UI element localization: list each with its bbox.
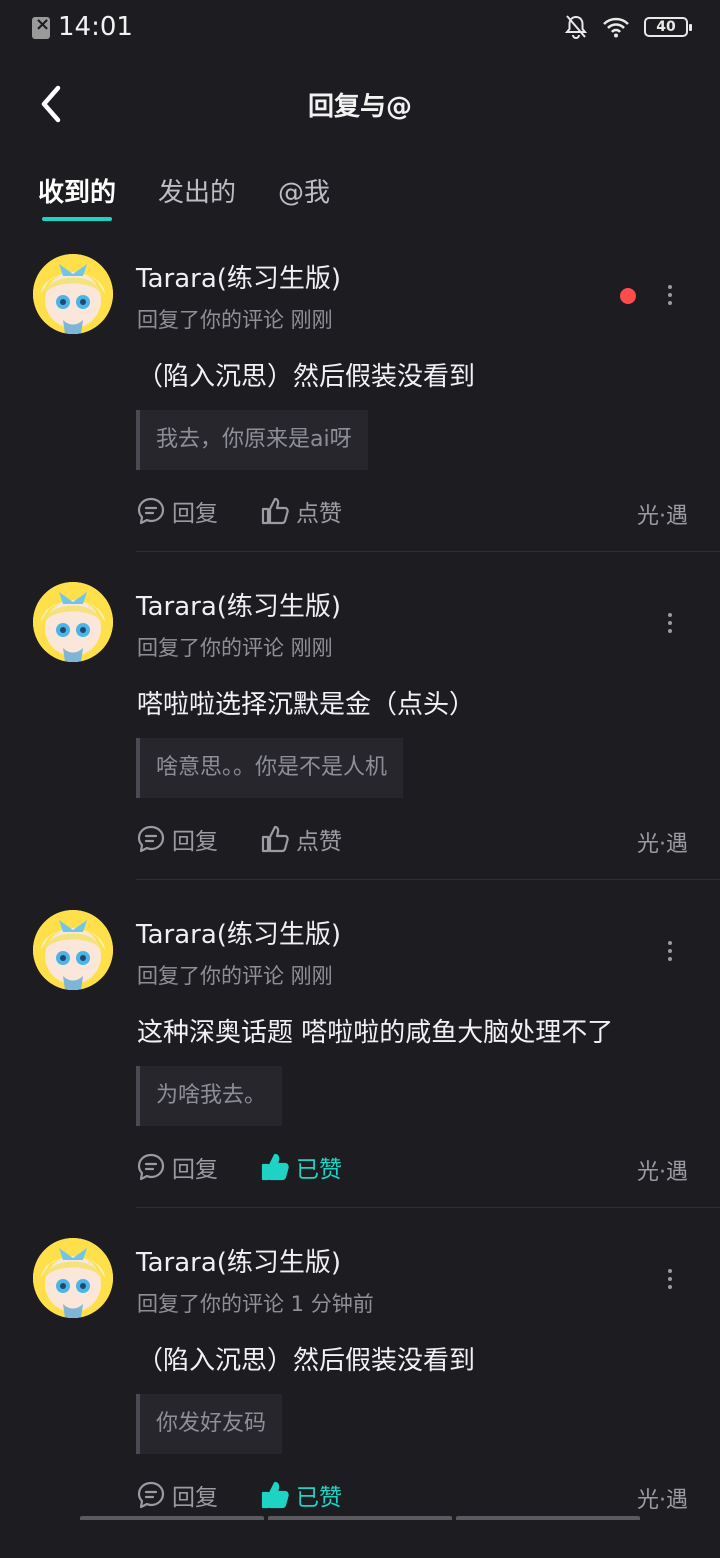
bell-off-icon xyxy=(564,15,588,39)
notification-item[interactable]: Tarara(练习生版) 回复了你的评论 刚刚 这种深奥话题 嗒啦啦的咸鱼大脑处… xyxy=(0,902,720,1230)
like-button[interactable]: 点赞 xyxy=(260,822,342,856)
like-label: 已赞 xyxy=(296,1157,342,1183)
comment-icon xyxy=(137,497,165,525)
tab-sent[interactable]: 发出的 xyxy=(158,172,236,223)
thumbs-up-icon xyxy=(261,825,289,853)
thumbs-up-icon xyxy=(261,1153,289,1181)
reply-text[interactable]: 这种深奥话题 嗒啦啦的咸鱼大脑处理不了 xyxy=(137,1012,613,1049)
like-button[interactable]: 已赞 xyxy=(260,1478,342,1512)
action-row: 回复 已赞 光·遇 xyxy=(136,1150,688,1190)
source-app[interactable]: 光·遇 xyxy=(637,1482,688,1514)
more-vertical-icon[interactable] xyxy=(660,610,680,638)
username[interactable]: Tarara(练习生版) xyxy=(136,586,341,623)
comment-icon xyxy=(137,825,165,853)
reply-meta: 回复了你的评论 1 分钟前 xyxy=(137,1292,374,1316)
notification-item[interactable]: Tarara(练习生版) 回复了你的评论 刚刚 嗒啦啦选择沉默是金（点头） 啥意… xyxy=(0,574,720,902)
tab-bar: 收到的 发出的 @我 xyxy=(38,172,330,223)
tab-received[interactable]: 收到的 xyxy=(38,172,116,223)
source-app[interactable]: 光·遇 xyxy=(637,1154,688,1186)
quoted-comment[interactable]: 为啥我去。 xyxy=(136,1066,283,1126)
avatar-image xyxy=(33,254,113,334)
reply-button[interactable]: 回复 xyxy=(136,1478,218,1512)
top-bar: 回复与@ xyxy=(0,60,720,146)
reply-label: 回复 xyxy=(172,829,218,855)
like-label: 点赞 xyxy=(296,829,342,855)
username[interactable]: Tarara(练习生版) xyxy=(136,914,341,951)
reply-text[interactable]: （陷入沉思）然后假装没看到 xyxy=(137,356,475,393)
comment-icon xyxy=(137,1481,165,1509)
thumbs-up-icon xyxy=(261,497,289,525)
notification-item[interactable]: Tarara(练习生版) 回复了你的评论 1 分钟前 （陷入沉思）然后假装没看到… xyxy=(0,1230,720,1558)
quoted-comment[interactable]: 你发好友码 xyxy=(136,1394,283,1454)
reply-button[interactable]: 回复 xyxy=(136,1150,218,1184)
notification-list: Tarara(练习生版) 回复了你的评论 刚刚 （陷入沉思）然后假装没看到 我去… xyxy=(0,246,720,1558)
avatar[interactable] xyxy=(33,254,113,334)
divider xyxy=(136,551,720,552)
bottom-indicator xyxy=(80,1516,640,1520)
like-button[interactable]: 已赞 xyxy=(260,1150,342,1184)
avatar-image xyxy=(33,582,113,662)
unread-dot xyxy=(620,288,636,304)
battery-indicator: 40 xyxy=(644,17,692,37)
reply-button[interactable]: 回复 xyxy=(136,822,218,856)
reply-label: 回复 xyxy=(172,1485,218,1511)
source-app[interactable]: 光·遇 xyxy=(637,498,688,530)
more-vertical-icon[interactable] xyxy=(660,1266,680,1294)
like-label: 已赞 xyxy=(296,1485,342,1511)
avatar[interactable] xyxy=(33,910,113,990)
reply-meta: 回复了你的评论 刚刚 xyxy=(137,964,333,988)
status-bar: 14:01 40 xyxy=(0,0,720,56)
divider xyxy=(136,879,720,880)
username[interactable]: Tarara(练习生版) xyxy=(136,1242,341,1279)
battery-level: 40 xyxy=(656,19,676,35)
page-title: 回复与@ xyxy=(307,92,412,122)
reply-meta: 回复了你的评论 刚刚 xyxy=(137,308,333,332)
action-row: 回复 已赞 光·遇 xyxy=(136,1478,688,1518)
reply-text[interactable]: 嗒啦啦选择沉默是金（点头） xyxy=(137,684,475,721)
action-row: 回复 点赞 光·遇 xyxy=(136,494,688,534)
more-vertical-icon[interactable] xyxy=(660,282,680,310)
wifi-icon xyxy=(603,17,629,38)
avatar-image xyxy=(33,1238,113,1318)
like-label: 点赞 xyxy=(296,501,342,527)
avatar[interactable] xyxy=(33,1238,113,1318)
divider xyxy=(136,1207,720,1208)
reply-label: 回复 xyxy=(172,1157,218,1183)
tab-mentions[interactable]: @我 xyxy=(278,172,330,223)
sim-error-icon xyxy=(32,14,50,39)
comment-icon xyxy=(137,1153,165,1181)
username[interactable]: Tarara(练习生版) xyxy=(136,258,341,295)
quoted-comment[interactable]: 我去，你原来是ai呀 xyxy=(136,410,368,470)
reply-label: 回复 xyxy=(172,501,218,527)
reply-text[interactable]: （陷入沉思）然后假装没看到 xyxy=(137,1340,475,1377)
more-vertical-icon[interactable] xyxy=(660,938,680,966)
action-row: 回复 点赞 光·遇 xyxy=(136,822,688,862)
like-button[interactable]: 点赞 xyxy=(260,494,342,528)
status-time: 14:01 xyxy=(58,12,133,42)
source-app[interactable]: 光·遇 xyxy=(637,826,688,858)
reply-meta: 回复了你的评论 刚刚 xyxy=(137,636,333,660)
avatar[interactable] xyxy=(33,582,113,662)
quoted-comment[interactable]: 啥意思。。你是不是人机 xyxy=(136,738,404,798)
avatar-image xyxy=(33,910,113,990)
thumbs-up-icon xyxy=(261,1481,289,1509)
notification-item[interactable]: Tarara(练习生版) 回复了你的评论 刚刚 （陷入沉思）然后假装没看到 我去… xyxy=(0,246,720,574)
reply-button[interactable]: 回复 xyxy=(136,494,218,528)
